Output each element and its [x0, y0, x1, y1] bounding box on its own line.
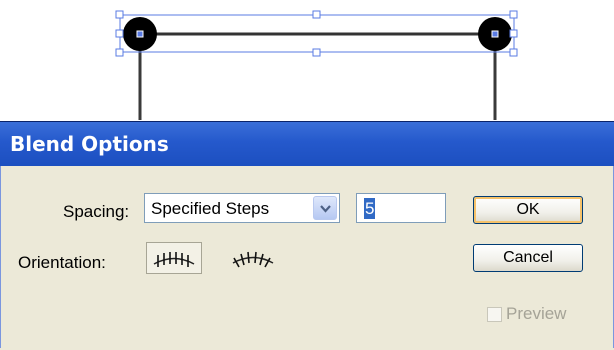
dialog-title: Blend Options: [10, 132, 169, 156]
spacing-select[interactable]: Specified Steps: [144, 193, 340, 223]
spacing-label: Spacing:: [63, 202, 130, 221]
align-to-path-icon: [232, 251, 274, 268]
cancel-button[interactable]: Cancel: [473, 244, 583, 272]
dialog-titlebar[interactable]: Blend Options: [0, 122, 614, 166]
preview-label: Preview: [506, 304, 567, 323]
preview-checkbox-box[interactable]: [487, 307, 502, 322]
align-to-page-button[interactable]: [146, 242, 202, 274]
align-to-page-icon: [153, 252, 195, 267]
orientation-label: Orientation:: [18, 253, 106, 272]
artboard-canvas[interactable]: [0, 0, 614, 120]
spacing-select-value: Specified Steps: [151, 199, 270, 218]
chevron-down-icon: [320, 205, 331, 213]
spacing-dropdown-button[interactable]: [313, 196, 337, 220]
blend-options-dialog: Blend Options Spacing: Specified Steps 5…: [0, 121, 614, 350]
right-anchor-point: [491, 30, 499, 38]
align-to-path-button[interactable]: [226, 242, 282, 274]
left-anchor-point: [136, 30, 144, 38]
ok-button[interactable]: OK: [473, 196, 583, 224]
steps-input-value: 5: [364, 198, 376, 219]
blend-artwork[interactable]: [0, 0, 614, 120]
steps-input[interactable]: 5: [356, 193, 446, 223]
